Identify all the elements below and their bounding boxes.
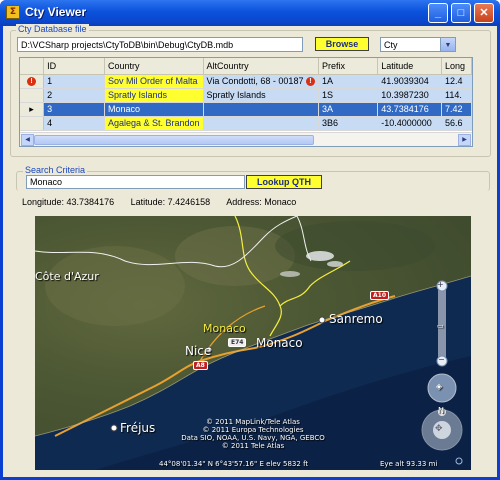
search-group-label: Search Criteria: [23, 165, 88, 175]
road-shield-a8: A8: [193, 361, 208, 370]
cell-id[interactable]: 1: [43, 74, 105, 89]
cell-longitude[interactable]: 12.4: [441, 74, 472, 89]
cell-country[interactable]: Spratly Islands: [104, 88, 204, 103]
maximize-button[interactable]: □: [451, 3, 471, 23]
cell-country[interactable]: Agalega & St. Brandon: [104, 116, 204, 131]
minimize-button[interactable]: _: [428, 3, 448, 23]
cell-country[interactable]: Monaco: [104, 102, 204, 117]
copyright-line: © 2011 Europa Technologies: [202, 426, 304, 434]
map-label-nice: Nice: [185, 344, 212, 358]
copyright-line: © 2011 MapLink/Tele Atlas: [206, 418, 300, 426]
latitude-readout: Latitude: 7.4246158: [130, 197, 211, 207]
zoom-in-icon[interactable]: +: [437, 280, 444, 289]
column-header-altcountry[interactable]: AltCountry: [203, 58, 319, 75]
table-row[interactable]: 2 Spratly Islands Spratly Islands 1S 10.…: [20, 88, 472, 103]
cell-altcountry[interactable]: [203, 116, 319, 131]
street-view-pegman-icon[interactable]: ◈: [436, 382, 442, 391]
zoom-slider-handle[interactable]: ▭: [437, 322, 444, 330]
current-row-arrow-icon: ▸: [29, 103, 34, 114]
table-row[interactable]: 4 Agalega & St. Brandon 3B6 -10.4000000 …: [20, 116, 472, 131]
app-window: Σ Cty Viewer _ □ ✕ Cty Database file D:\…: [0, 0, 500, 480]
map-status-coordinates: 44°08'01.34" N 6°43'57.16" E elev 5832 f…: [159, 460, 309, 468]
map-eye-altitude: Eye alt 93.33 mi: [380, 460, 438, 468]
column-header-prefix[interactable]: Prefix: [318, 58, 379, 75]
table-row[interactable]: ! 1 Sov Mil Order of Malta Via Condotti,…: [20, 74, 472, 89]
copyright-line: Data SIO, NOAA, U.S. Navy, NGA, GEBCO: [181, 434, 325, 442]
cell-prefix[interactable]: 3A: [318, 102, 379, 117]
row-header[interactable]: [20, 88, 45, 103]
cell-id[interactable]: 3: [43, 102, 105, 117]
column-header-country[interactable]: Country: [104, 58, 204, 75]
longitude-readout: Longitude: 43.7384176: [22, 197, 115, 207]
browse-button[interactable]: Browse: [315, 37, 369, 51]
chevron-down-icon[interactable]: ▼: [440, 38, 455, 51]
row-header-corner: [20, 58, 45, 75]
map-label-monaco-city: Monaco: [256, 336, 303, 350]
column-header-latitude[interactable]: Latitude: [377, 58, 443, 75]
column-header-longitude[interactable]: Long: [441, 58, 472, 75]
close-button[interactable]: ✕: [474, 3, 494, 23]
map-copyright: © 2011 MapLink/Tele Atlas © 2011 Europa …: [35, 418, 471, 450]
cell-id[interactable]: 2: [43, 88, 105, 103]
compass-north-icon[interactable]: N: [438, 406, 444, 415]
error-icon: !: [27, 77, 37, 87]
map-label-sanremo: Sanremo: [329, 312, 383, 326]
cell-prefix[interactable]: 3B6: [318, 116, 379, 131]
row-header[interactable]: [20, 116, 45, 131]
map-label-monaco-region: Monaco: [203, 322, 246, 335]
app-icon: Σ: [6, 5, 20, 19]
cell-prefix[interactable]: 1A: [318, 74, 379, 89]
satellite-map[interactable]: Côte d'Azur Monaco Monaco Nice Sanremo F…: [35, 216, 471, 470]
cell-altcountry[interactable]: Spratly Islands: [203, 88, 319, 103]
copyright-line: © 2011 Tele Atlas: [221, 442, 285, 450]
grid-table: ID Country AltCountry Prefix Latitude Lo…: [20, 58, 472, 131]
lookup-qth-button[interactable]: Lookup QTH: [246, 175, 322, 189]
grid-header-row: ID Country AltCountry Prefix Latitude Lo…: [20, 58, 472, 75]
table-select-value: Cty: [384, 40, 398, 50]
map-label-cote-dazur: Côte d'Azur: [35, 270, 99, 283]
address-readout: Address: Monaco: [226, 197, 297, 207]
cell-latitude[interactable]: -10.4000000: [377, 116, 443, 131]
error-icon: !: [305, 77, 315, 87]
database-path-field[interactable]: D:\VCSharp projects\CtyToDB\bin\Debug\Ct…: [17, 37, 303, 52]
zoom-out-icon[interactable]: −: [438, 355, 445, 364]
road-shield-a10: A10: [370, 291, 389, 300]
cell-country[interactable]: Sov Mil Order of Malta: [104, 74, 204, 89]
cell-longitude[interactable]: 7.42: [441, 102, 472, 117]
search-input[interactable]: Monaco: [26, 175, 245, 189]
data-grid[interactable]: ID Country AltCountry Prefix Latitude Lo…: [19, 57, 473, 147]
cell-latitude[interactable]: 43.7384176: [377, 102, 443, 117]
window-title: Cty Viewer: [25, 5, 87, 19]
table-row-selected[interactable]: ▸ 3 Monaco 3A 43.7384176 7.42: [20, 102, 472, 117]
horizontal-scrollbar[interactable]: ◀ ▶: [20, 132, 472, 146]
row-header[interactable]: !: [20, 74, 45, 89]
cell-longitude[interactable]: 114.: [441, 88, 472, 103]
cell-altcountry-text: Via Condotti, 68 - 00187: [206, 75, 304, 86]
database-group-label: Cty Database file: [16, 24, 89, 34]
column-header-id[interactable]: ID: [43, 58, 105, 75]
cell-id[interactable]: 4: [43, 116, 105, 131]
cell-latitude[interactable]: 10.3987230: [377, 88, 443, 103]
table-select[interactable]: Cty ▼: [380, 37, 456, 52]
cell-prefix[interactable]: 1S: [318, 88, 379, 103]
result-line: Longitude: 43.7384176 Latitude: 7.424615…: [22, 197, 310, 207]
cell-longitude[interactable]: 56.6: [441, 116, 472, 131]
scroll-thumb[interactable]: [34, 135, 314, 145]
cell-altcountry[interactable]: [203, 102, 319, 117]
cell-altcountry[interactable]: Via Condotti, 68 - 00187 !: [203, 74, 319, 89]
road-shield-e74: E74: [228, 338, 247, 347]
cell-latitude[interactable]: 41.9039304: [377, 74, 443, 89]
row-header[interactable]: ▸: [20, 102, 45, 117]
scroll-right-icon[interactable]: ▶: [458, 134, 471, 146]
title-bar[interactable]: Σ Cty Viewer _ □ ✕: [0, 0, 500, 26]
scroll-left-icon[interactable]: ◀: [21, 134, 34, 146]
